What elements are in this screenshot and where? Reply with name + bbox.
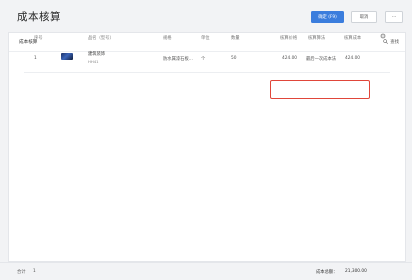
row-spec: 防水属漆石板...	[163, 57, 193, 62]
col-spec: 规格	[163, 36, 172, 41]
row-method[interactable]: 最后一次成本法	[306, 56, 336, 62]
total-label: 合计	[17, 270, 26, 275]
row-qty: 50	[231, 56, 237, 61]
col-cost: 核算成本	[344, 36, 362, 41]
confirm-button[interactable]: 确定 (F9)	[311, 11, 344, 23]
page-header: 成本核算 确定 (F9) 取消 ···	[0, 0, 412, 30]
col-qty: 数量	[231, 36, 240, 41]
cancel-button[interactable]: 取消	[351, 11, 377, 23]
table-row[interactable]: 1 建筑装饰 HH41 防水属漆石板... 个 50 424.00 最后一次成本…	[24, 46, 390, 72]
row-cost: 424.00	[345, 56, 361, 61]
product-model: HH41	[88, 59, 99, 64]
cost-total-value: 21,300.00	[345, 269, 367, 274]
row-price[interactable]: 424.00	[282, 56, 297, 61]
col-method: 核算算法	[308, 36, 326, 41]
row-divider	[24, 72, 390, 73]
highlight-box	[270, 80, 370, 99]
search-label: 查找	[390, 39, 399, 45]
col-unit: 单位	[201, 36, 210, 41]
product-name: 建筑装饰	[88, 52, 106, 57]
more-options-button[interactable]: ···	[385, 11, 403, 23]
cost-total-label: 成本总额：	[316, 270, 338, 275]
gear-icon[interactable]	[380, 33, 386, 41]
col-price: 核算价格	[280, 36, 298, 41]
page-footer: 合计 1 成本总额： 21,300.00	[0, 262, 412, 280]
table-header: 序号 品名（型号） 规格 单位 数量 核算价格 核算算法 核算成本	[24, 32, 390, 44]
col-index: 序号	[34, 36, 43, 41]
page-title: 成本核算	[17, 11, 61, 23]
row-index: 1	[34, 56, 37, 61]
total-count: 1	[33, 269, 36, 274]
product-thumbnail	[61, 53, 73, 60]
col-name: 品名（型号）	[88, 36, 114, 41]
row-unit: 个	[201, 57, 206, 62]
cost-accounting-page: 成本核算 确定 (F9) 取消 ··· 成本核算 查找 序号 品名（型号） 规格…	[0, 0, 412, 280]
